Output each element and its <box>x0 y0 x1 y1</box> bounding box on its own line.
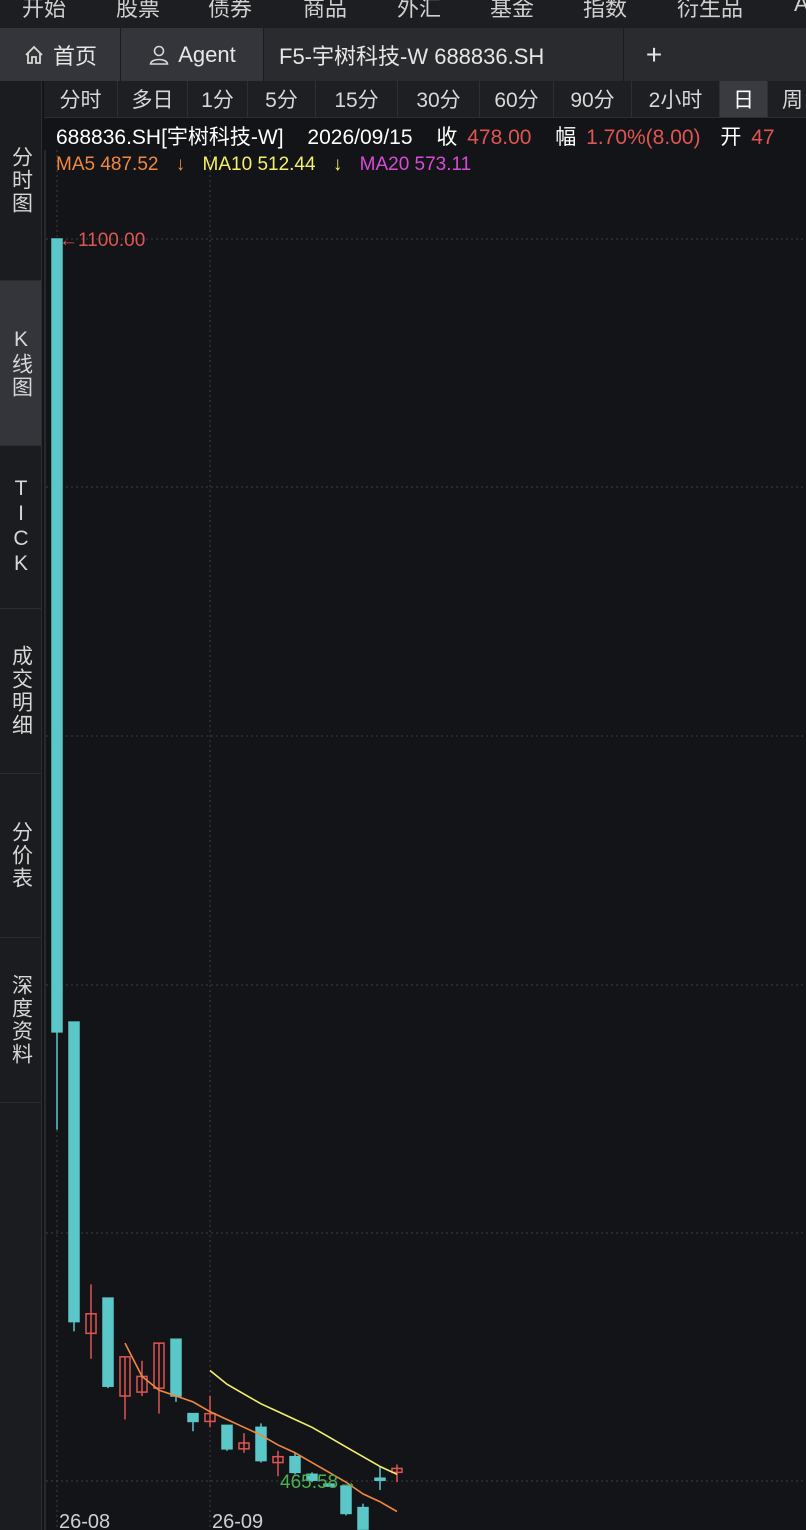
close-value: 478.00 <box>467 126 532 149</box>
sidebar-item[interactable]: 深度资料 <box>0 938 41 1103</box>
low-price-label: 465.58→ <box>280 1472 357 1493</box>
tab-home-label: 首页 <box>52 43 97 69</box>
tab-home[interactable]: 首页 <box>0 28 121 81</box>
sidebar-item-label: 成交明细 <box>9 645 33 737</box>
top-menu-bar: 开始 股票 债券 商品 外汇 基金 指数 衍生品 A <box>0 0 806 29</box>
candle-body <box>221 1424 233 1450</box>
period-button[interactable]: 分时 <box>44 81 118 117</box>
period-button[interactable]: 2小时 <box>632 81 720 117</box>
top-menu-item[interactable]: 股票 <box>116 0 160 23</box>
candle-body <box>374 1477 386 1481</box>
candle-body <box>255 1426 267 1462</box>
ma10-line <box>209 1369 398 1476</box>
open-label: 开 <box>720 126 742 149</box>
period-button[interactable]: 90分 <box>554 81 632 117</box>
top-menu-item[interactable]: 开始 <box>22 0 66 23</box>
sidebar-item-label: 分价表 <box>9 821 33 890</box>
user-icon <box>149 45 169 65</box>
sidebar-item[interactable]: TICK <box>0 446 41 609</box>
top-menu-item[interactable]: 基金 <box>490 0 534 23</box>
period-button[interactable]: 日 <box>720 81 768 117</box>
period-button[interactable]: 1分 <box>188 81 248 117</box>
sidebar-item[interactable]: 成交明细 <box>0 609 41 774</box>
candle-body <box>51 238 63 1033</box>
period-button[interactable]: 5分 <box>248 81 316 117</box>
period-button[interactable]: 30分 <box>398 81 480 117</box>
tab-agent[interactable]: Agent <box>121 28 264 81</box>
home-icon <box>25 45 43 64</box>
top-menu-item[interactable]: A <box>794 0 806 17</box>
add-tab-button[interactable]: + <box>624 28 684 81</box>
sidebar-item-label: TICK <box>9 477 33 577</box>
plus-icon: + <box>645 38 663 70</box>
candle-body <box>357 1506 369 1530</box>
tab-agent-label: Agent <box>178 41 236 67</box>
period-button[interactable]: 多日 <box>118 81 188 117</box>
period-button[interactable]: 60分 <box>480 81 554 117</box>
period-toolbar: 分时 多日 1分 5分 15分 30分 60分 90分 2小时日周 <box>44 81 806 118</box>
kline-chart[interactable]: ←1100.00 465.58→ 26-08 26-09 <box>44 150 806 1530</box>
sidebar-item[interactable]: K线图 <box>0 281 41 446</box>
quote-date: 2026/09/15 <box>307 126 413 149</box>
tab-bar: 首页 Agent F5-宇树科技-W 688836.SH + <box>0 28 806 81</box>
stock-code-name: 688836.SH[宇树科技-W] <box>56 126 284 149</box>
view-sidebar: 分时图 K线图 TICK 成交明细分价表深度资料 <box>0 81 42 1530</box>
period-button[interactable]: 周 <box>768 81 806 117</box>
top-menu-item[interactable]: 指数 <box>583 0 627 23</box>
change-value: 1.70%(8.00) <box>586 126 701 149</box>
top-menu-item[interactable]: 外汇 <box>397 0 441 23</box>
sidebar-item-label: 分时图 <box>9 146 33 215</box>
candle-body <box>289 1455 301 1474</box>
period-button[interactable]: 15分 <box>316 81 398 117</box>
quote-info-line: 688836.SH[宇树科技-W] 2026/09/15 收 478.00 幅 … <box>56 121 806 149</box>
close-label: 收 <box>436 126 458 149</box>
sidebar-item[interactable]: 分时图 <box>0 81 41 281</box>
candle-body <box>170 1338 182 1397</box>
candle-body <box>68 1021 80 1323</box>
candle-body <box>187 1412 199 1423</box>
tab-stock[interactable]: F5-宇树科技-W 688836.SH <box>264 28 624 81</box>
open-value: 47 <box>751 126 775 149</box>
x-axis-tick-label: 26-08 <box>59 1511 110 1530</box>
sidebar-item-label: K线图 <box>9 327 33 399</box>
tab-stock-label: F5-宇树科技-W 688836.SH <box>279 43 545 69</box>
top-menu-item[interactable]: 债券 <box>208 0 252 23</box>
sidebar-item-label: 深度资料 <box>9 974 33 1066</box>
candle-body <box>102 1297 114 1387</box>
high-price-label: ←1100.00 <box>59 230 145 251</box>
x-axis-tick-label: 26-09 <box>212 1511 263 1530</box>
top-menu-item[interactable]: 衍生品 <box>677 0 743 23</box>
top-menu-item[interactable]: 商品 <box>303 0 347 23</box>
change-label: 幅 <box>555 126 577 149</box>
sidebar-item[interactable]: 分价表 <box>0 774 41 938</box>
